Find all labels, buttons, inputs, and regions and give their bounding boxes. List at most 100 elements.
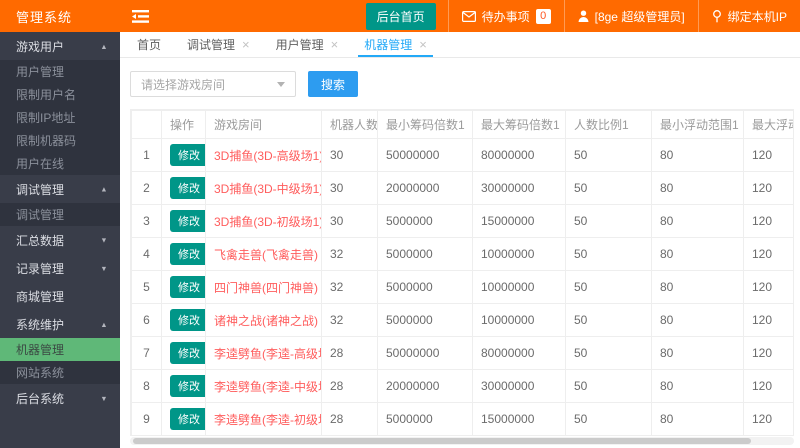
max-chip-cell: 80000000 (472, 138, 566, 172)
menu-collapse-icon[interactable] (132, 9, 149, 23)
sidebar-item-6[interactable]: 用户在线 (0, 152, 120, 175)
robot-count-cell: 32 (321, 270, 378, 304)
max-chip-cell: 15000000 (472, 204, 566, 238)
ratio-cell: 50 (565, 369, 652, 403)
ratio-cell: 50 (565, 204, 652, 238)
sidebar-item-label: 系统维护 (16, 317, 65, 332)
table-row: 9 修改 李逵劈鱼(李逵-初级场1) 28 5000000 15000000 5… (131, 402, 793, 436)
game-room-cell: 李逵劈鱼(李逵-初级场1) (205, 402, 322, 436)
todo-label: 待办事项 (481, 9, 530, 24)
chevron-icon: ▲ (100, 319, 108, 329)
edit-button[interactable]: 修改 (170, 408, 205, 430)
search-button[interactable]: 搜索 (308, 71, 359, 97)
sidebar-item-4[interactable]: 限制IP地址 (0, 106, 120, 129)
machine-table: 操作游戏房间机器人数量最小筹码倍数1最大筹码倍数1人数比例1最小浮动范围1最大浮… (130, 109, 794, 436)
sidebar-item-1[interactable]: 游戏用户 ▲ (0, 32, 120, 60)
ratio-cell: 50 (565, 171, 652, 205)
game-room-cell: 3D捕鱼(3D-高级场1) (205, 138, 322, 172)
sidebar-item-10[interactable]: 记录管理 ▼ (0, 254, 120, 282)
column-header-4: 机器人数量 (321, 110, 378, 139)
sidebar-nav: 游戏用户 ▲ 用户管理 限制用户名 限制IP地址 限制机器码 用户在线 调试管理… (0, 32, 120, 412)
row-index: 1 (131, 138, 162, 172)
close-icon[interactable]: × (419, 38, 427, 51)
user-menu-item[interactable]: [8ge 超级管理员] (563, 0, 698, 32)
tab-4[interactable]: 机器管理 × (351, 32, 440, 57)
max-chip-cell: 15000000 (472, 402, 566, 436)
sidebar-item-2[interactable]: 用户管理 (0, 60, 120, 83)
min-chip-cell: 5000000 (377, 237, 473, 271)
sidebar-item-11[interactable]: 商城管理 (0, 282, 120, 310)
bind-ip-menu-item[interactable]: 绑定本机IP (697, 0, 800, 32)
max-float-cell: 120 (743, 171, 793, 205)
tab-label: 用户管理 (275, 38, 324, 52)
row-index: 7 (131, 336, 162, 370)
edit-button[interactable]: 修改 (170, 276, 205, 298)
max-chip-cell: 30000000 (472, 369, 566, 403)
sidebar-item-13[interactable]: 机器管理 (0, 338, 120, 361)
tab-label: 调试管理 (187, 38, 236, 52)
chevron-down-icon (277, 81, 285, 87)
edit-button[interactable]: 修改 (170, 243, 205, 265)
tab-1[interactable]: 首页 (124, 32, 174, 57)
sidebar-item-8[interactable]: 调试管理 (0, 203, 120, 226)
table-row: 3 修改 3D捕鱼(3D-初级场1) 30 5000000 15000000 5… (131, 204, 793, 238)
edit-button[interactable]: 修改 (170, 144, 205, 166)
topbar: 后台首页 待办事项 0 [8ge 超级管理员] 绑定本机IP (120, 0, 800, 32)
column-header-1 (131, 110, 162, 139)
sidebar-item-12[interactable]: 系统维护 ▲ (0, 310, 120, 338)
min-chip-cell: 20000000 (377, 171, 473, 205)
min-chip-cell: 50000000 (377, 138, 473, 172)
min-float-cell: 80 (651, 402, 744, 436)
game-room-select[interactable]: 请选择游戏房间 (130, 71, 296, 97)
min-float-cell: 80 (651, 303, 744, 337)
sidebar-item-15[interactable]: 后台系统 ▼ (0, 384, 120, 412)
table-row: 6 修改 诸神之战(诸神之战) 32 5000000 10000000 50 8… (131, 303, 793, 337)
column-header-6: 最大筹码倍数1 (472, 110, 566, 139)
edit-button[interactable]: 修改 (170, 210, 205, 232)
sidebar-item-9[interactable]: 汇总数据 ▼ (0, 226, 120, 254)
edit-button[interactable]: 修改 (170, 342, 205, 364)
row-index: 3 (131, 204, 162, 238)
row-index: 9 (131, 402, 162, 436)
tab-3[interactable]: 用户管理 × (263, 32, 352, 57)
edit-button[interactable]: 修改 (170, 309, 205, 331)
chevron-icon: ▼ (100, 393, 108, 403)
todo-menu-item[interactable]: 待办事项 0 (447, 0, 564, 32)
sidebar-item-label: 记录管理 (16, 261, 65, 276)
min-chip-cell: 50000000 (377, 336, 473, 370)
tab-2[interactable]: 调试管理 × (174, 32, 263, 57)
max-float-cell: 120 (743, 138, 793, 172)
max-chip-cell: 30000000 (472, 171, 566, 205)
row-index: 2 (131, 171, 162, 205)
column-header-2: 操作 (161, 110, 206, 139)
max-float-cell: 120 (743, 204, 793, 238)
column-header-8: 最小浮动范围1 (651, 110, 744, 139)
close-icon[interactable]: × (242, 38, 250, 51)
sidebar-item-14[interactable]: 网站系统 (0, 361, 120, 384)
search-toolbar: 请选择游戏房间 搜索 (130, 71, 800, 97)
ratio-cell: 50 (565, 303, 652, 337)
sidebar-item-5[interactable]: 限制机器码 (0, 129, 120, 152)
backstage-home-button[interactable]: 后台首页 (365, 2, 436, 30)
max-chip-cell: 10000000 (472, 237, 566, 271)
ratio-cell: 50 (565, 336, 652, 370)
sidebar-item-7[interactable]: 调试管理 ▲ (0, 175, 120, 203)
close-icon[interactable]: × (331, 38, 339, 51)
horizontal-scrollbar[interactable] (130, 437, 794, 445)
edit-button[interactable]: 修改 (170, 177, 205, 199)
max-float-cell: 120 (743, 402, 793, 436)
max-chip-cell: 10000000 (472, 303, 566, 337)
chevron-icon: ▼ (100, 263, 108, 273)
edit-button[interactable]: 修改 (170, 375, 205, 397)
chevron-icon: ▲ (100, 184, 108, 194)
sidebar-item-3[interactable]: 限制用户名 (0, 83, 120, 106)
scrollbar-thumb[interactable] (133, 438, 751, 444)
min-chip-cell: 5000000 (377, 402, 473, 436)
min-float-cell: 80 (651, 369, 744, 403)
robot-count-cell: 28 (321, 402, 378, 436)
max-chip-cell: 80000000 (472, 336, 566, 370)
row-index: 8 (131, 369, 162, 403)
tab-label: 首页 (137, 38, 162, 52)
min-float-cell: 80 (651, 336, 744, 370)
table-row: 5 修改 四门神兽(四门神兽) 32 5000000 10000000 50 8… (131, 270, 793, 304)
